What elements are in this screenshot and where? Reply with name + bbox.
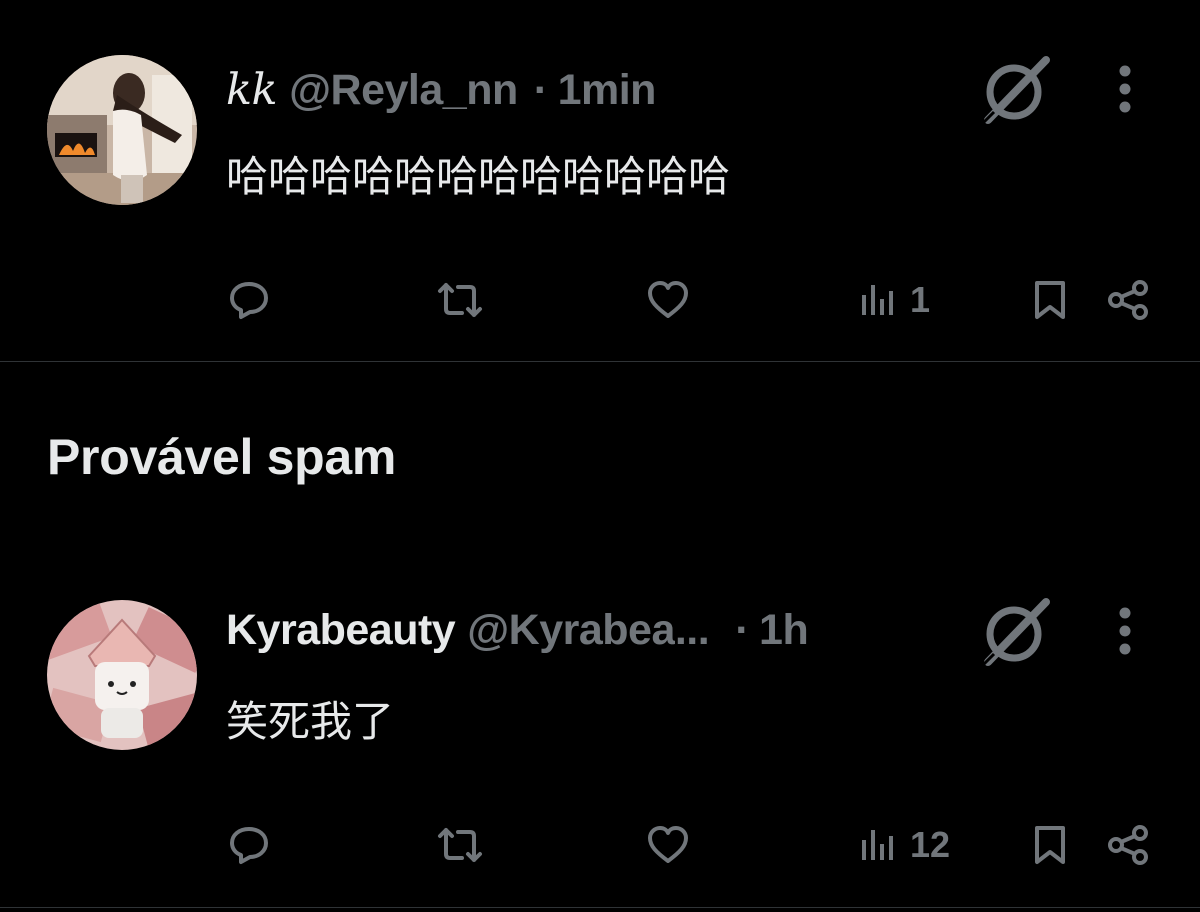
handle-ellipsis: ... <box>674 605 710 654</box>
display-name[interactable]: kk <box>226 65 278 115</box>
section-title: Provável spam <box>47 429 397 485</box>
views-count: 12 <box>910 824 951 865</box>
post[interactable]: Kyrabeauty @Kyrabea... · 1h 笑死我了 12 <box>0 560 1200 908</box>
post[interactable]: kk @Reyla_nn · 1min 哈哈哈哈哈哈哈哈哈哈哈哈 1 <box>0 0 1200 362</box>
user-handle[interactable]: @Reyla_nn <box>289 66 518 115</box>
separator: · <box>533 65 548 114</box>
timestamp[interactable]: 1min <box>558 66 657 115</box>
heart-icon <box>648 281 688 318</box>
like-button[interactable] <box>646 270 690 330</box>
separator: · <box>735 605 750 654</box>
post-header: Kyrabeauty @Kyrabea... · 1h <box>226 600 809 660</box>
post-text: 哈哈哈哈哈哈哈哈哈哈哈哈 <box>226 152 731 201</box>
heart-icon <box>648 826 688 863</box>
repost-button[interactable] <box>436 270 484 330</box>
reply-icon <box>230 282 268 319</box>
action-bar: 1 <box>0 270 1200 330</box>
timestamp[interactable]: 1h <box>759 606 809 655</box>
bookmark-button[interactable] <box>1032 815 1068 875</box>
more-options-icon[interactable] <box>1110 60 1140 120</box>
views-icon <box>862 830 893 860</box>
repost-button[interactable] <box>436 815 484 875</box>
bookmark-icon <box>1035 826 1065 864</box>
reply-button[interactable] <box>228 815 270 875</box>
share-icon <box>1108 825 1148 865</box>
user-handle[interactable]: @Kyrabea <box>467 606 675 655</box>
views-count: 1 <box>910 279 931 320</box>
share-button[interactable] <box>1106 270 1150 330</box>
reply-button[interactable] <box>228 270 270 330</box>
views-button[interactable]: 1 <box>860 270 930 330</box>
post-text: 笑死我了 <box>226 697 395 746</box>
views-button[interactable]: 12 <box>860 815 950 875</box>
display-name[interactable]: Kyrabeauty <box>226 606 456 655</box>
grok-icon[interactable] <box>980 54 1052 126</box>
avatar[interactable] <box>47 600 197 750</box>
like-button[interactable] <box>646 815 690 875</box>
repost-icon <box>438 283 482 317</box>
more-options-icon[interactable] <box>1110 602 1140 662</box>
repost-icon <box>438 828 482 862</box>
post-header: kk @Reyla_nn · 1min <box>226 60 656 120</box>
avatar[interactable] <box>47 55 197 205</box>
share-button[interactable] <box>1106 815 1150 875</box>
bookmark-button[interactable] <box>1032 270 1068 330</box>
views-icon <box>862 285 893 315</box>
grok-icon[interactable] <box>980 596 1052 668</box>
share-icon <box>1108 280 1148 320</box>
action-bar: 12 <box>0 815 1200 875</box>
reply-icon <box>230 827 268 864</box>
bookmark-icon <box>1035 281 1065 319</box>
